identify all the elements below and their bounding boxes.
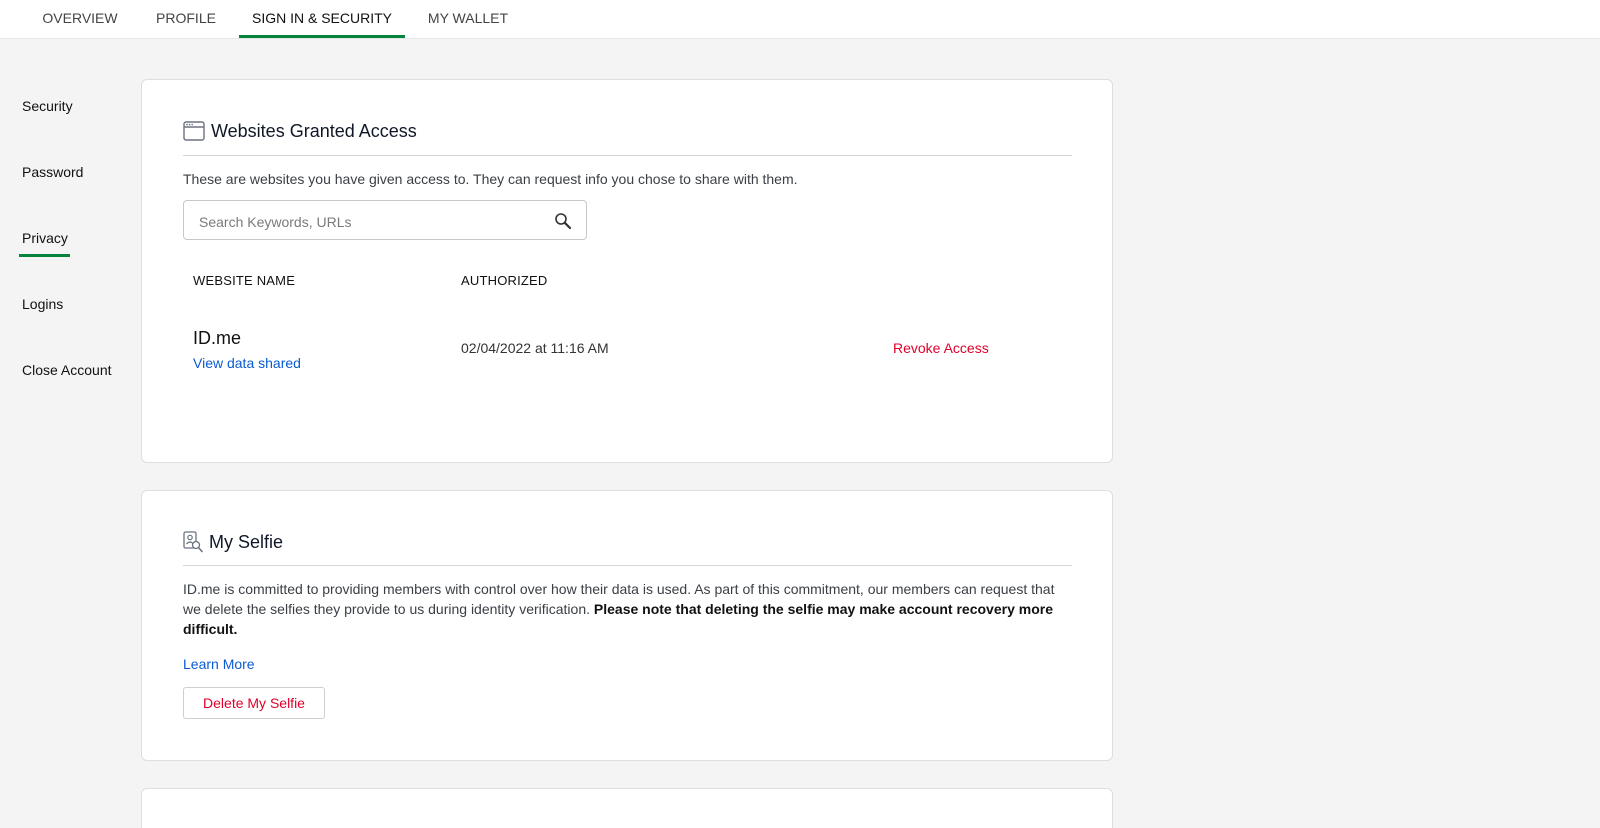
column-header-authorized: AUTHORIZED [461, 273, 548, 288]
websites-description: These are websites you have given access… [183, 171, 798, 187]
sidebar-item-close-account[interactable]: Close Account [22, 362, 112, 378]
my-selfie-card: My Selfie ID.me is committed to providin… [141, 490, 1113, 761]
tab-overview[interactable]: OVERVIEW [36, 0, 124, 38]
search-input[interactable] [197, 211, 541, 233]
divider [183, 155, 1072, 156]
top-nav: OVERVIEW PROFILE SIGN IN & SECURITY MY W… [0, 0, 1600, 39]
websites-section-title: Websites Granted Access [211, 121, 417, 141]
tab-profile[interactable]: PROFILE [148, 0, 224, 38]
sidebar-item-privacy[interactable]: Privacy [22, 230, 68, 246]
divider [183, 565, 1072, 566]
selfie-section-title: My Selfie [209, 532, 284, 552]
browser-window-icon [183, 121, 205, 146]
sidebar-item-logins[interactable]: Logins [22, 296, 63, 312]
tab-sign-in-security[interactable]: SIGN IN & SECURITY [239, 0, 405, 38]
search-icon[interactable] [554, 212, 572, 235]
learn-more-link[interactable]: Learn More [183, 656, 255, 672]
websites-granted-access-card: Websites Granted Access These are websit… [141, 79, 1113, 463]
selfie-description: ID.me is committed to providing members … [183, 579, 1073, 639]
column-header-website-name: WEBSITE NAME [193, 273, 296, 288]
authorized-date: 02/04/2022 at 11:16 AM [461, 340, 609, 356]
delete-my-selfie-button[interactable]: Delete My Selfie [183, 687, 325, 719]
sidebar-active-indicator [19, 254, 70, 257]
sidebar-item-security[interactable]: Security [22, 98, 73, 114]
next-section-card [141, 788, 1113, 828]
view-data-shared-link[interactable]: View data shared [193, 355, 301, 371]
selfie-id-icon [183, 531, 203, 558]
website-search [183, 200, 587, 240]
website-name: ID.me [193, 328, 242, 348]
sidebar-item-password[interactable]: Password [22, 164, 83, 180]
tab-my-wallet[interactable]: MY WALLET [423, 0, 513, 38]
revoke-access-link[interactable]: Revoke Access [893, 340, 989, 356]
